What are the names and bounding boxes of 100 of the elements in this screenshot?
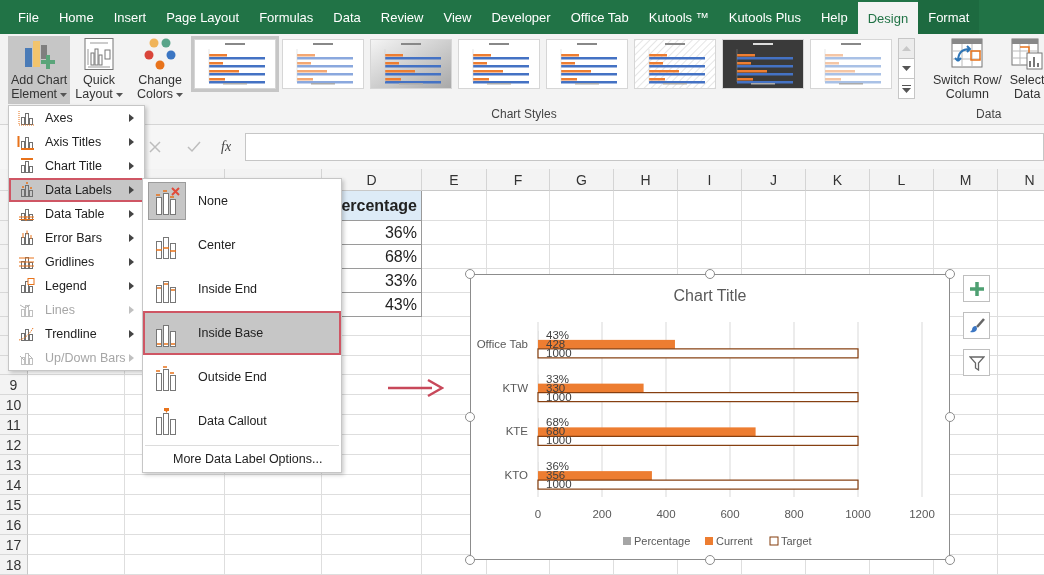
menu-item[interactable]: Legend	[9, 274, 144, 298]
column-header[interactable]: N	[998, 169, 1044, 191]
chart-style-thumbnail[interactable]	[282, 39, 365, 89]
chart-styles-button[interactable]	[963, 312, 990, 339]
submenu-arrow-icon	[129, 282, 134, 290]
column-header[interactable]: G	[550, 169, 614, 191]
resize-handle[interactable]	[945, 269, 955, 279]
column-header[interactable]: E	[422, 169, 487, 191]
resize-handle[interactable]	[465, 412, 475, 422]
menu-item[interactable]: Data Callout	[143, 399, 341, 443]
row-header[interactable]: 18	[0, 555, 28, 575]
ribbon-tab[interactable]: Design	[857, 2, 919, 34]
row-header[interactable]: 12	[0, 435, 28, 455]
row-header[interactable]: 16	[0, 515, 28, 535]
row-header[interactable]: 17	[0, 535, 28, 555]
axis-tick-label: 600	[720, 508, 740, 520]
chart-element-icon	[17, 134, 35, 150]
ribbon-button[interactable]: Change Colors	[134, 36, 187, 104]
ribbon-tab[interactable]: Format	[918, 0, 980, 34]
table-cell	[487, 191, 550, 221]
ribbon-button[interactable]: Switch Row/ Column	[930, 36, 1005, 104]
ribbon-tab[interactable]: Home	[48, 0, 104, 34]
submenu-arrow-icon	[129, 234, 134, 242]
chart-style-thumbnail[interactable]	[194, 39, 277, 89]
chart-style-thumbnail[interactable]	[634, 39, 717, 89]
resize-handle[interactable]	[945, 555, 955, 565]
ribbon-tab[interactable]: Formulas	[249, 0, 324, 34]
resize-handle[interactable]	[705, 555, 715, 565]
chart-style-thumbnail[interactable]	[722, 39, 805, 89]
table-cell	[742, 191, 806, 221]
chart-style-thumbnail[interactable]	[370, 39, 453, 89]
group-label: Chart Styles	[490, 106, 558, 123]
menu-item[interactable]: Trendline	[9, 322, 144, 346]
table-cell	[678, 221, 742, 245]
table-cell	[870, 221, 934, 245]
ribbon-tab[interactable]: Office Tab	[560, 0, 639, 34]
insert-function-button[interactable]: fx	[221, 139, 232, 155]
chart-element-icon	[17, 254, 35, 270]
resize-handle[interactable]	[465, 555, 475, 565]
category-label: KTE	[505, 425, 528, 438]
menu-item[interactable]: Axes	[9, 106, 144, 130]
row-header[interactable]: 11	[0, 415, 28, 435]
table-cell	[742, 221, 806, 245]
ribbon-tab[interactable]: Data	[323, 0, 371, 34]
ribbon-tab[interactable]: Developer	[481, 0, 561, 34]
enter-icon[interactable]	[187, 141, 201, 153]
column-header[interactable]: M	[934, 169, 998, 191]
ribbon-tab[interactable]: Kutools Plus	[718, 0, 811, 34]
row-header[interactable]: 13	[0, 455, 28, 475]
resize-handle[interactable]	[705, 269, 715, 279]
chart-style-thumbnail[interactable]	[546, 39, 629, 89]
menu-item[interactable]: Chart Title	[9, 154, 144, 178]
menu-item[interactable]: Data Labels	[9, 178, 144, 202]
menu-item[interactable]: Gridlines	[9, 250, 144, 274]
resize-handle[interactable]	[465, 269, 475, 279]
ribbon-tab[interactable]: Review	[370, 0, 434, 34]
table-cell	[487, 221, 550, 245]
menu-item[interactable]: Error Bars	[9, 226, 144, 250]
row-header[interactable]: 15	[0, 495, 28, 515]
ribbon-tab[interactable]: Page Layout	[156, 0, 250, 34]
ribbon-tab[interactable]: File	[8, 0, 49, 34]
resize-handle[interactable]	[945, 412, 955, 422]
row-header[interactable]: 9	[0, 375, 28, 395]
menu-item[interactable]: Axis Titles	[9, 130, 144, 154]
ribbon-tab[interactable]: View	[433, 0, 482, 34]
ribbon-tab[interactable]: Insert	[103, 0, 157, 34]
menu-item[interactable]: Inside Base	[143, 311, 341, 355]
chart-elements-button[interactable]	[963, 275, 990, 302]
menu-item[interactable]: More Data Label Options...	[145, 445, 339, 472]
ribbon-button[interactable]: Select Data	[1006, 36, 1044, 104]
column-header[interactable]: J	[742, 169, 806, 191]
table-cell	[934, 221, 998, 245]
table-cell	[422, 221, 487, 245]
menu-item[interactable]: Data Table	[9, 202, 144, 226]
more-styles-button[interactable]	[898, 78, 916, 99]
row-header[interactable]: 10	[0, 395, 28, 415]
submenu-arrow-icon	[129, 258, 134, 266]
ribbon-tab[interactable]: Help	[811, 0, 858, 34]
table-cell	[678, 191, 742, 221]
scroll-down-button[interactable]	[898, 58, 916, 79]
row-header[interactable]: 14	[0, 475, 28, 495]
chart-area[interactable]: Chart Title 0 200 400 600 800 1000 1200 Office Tab KTW KTE KTO 43% 33% 68% 36% 428 330 680 356 1000 1000 1000 1000 Percentage Current Target	[470, 274, 950, 560]
ribbon-button[interactable]: Add Chart Element	[8, 36, 71, 104]
up-arrow-icon	[902, 46, 912, 51]
formula-input[interactable]	[245, 133, 1044, 161]
cancel-icon[interactable]	[149, 141, 161, 153]
table-cell	[934, 245, 998, 269]
submenu-arrow-icon	[129, 330, 134, 338]
chart-style-thumbnail[interactable]	[458, 39, 541, 89]
column-header[interactable]: K	[806, 169, 870, 191]
column-header[interactable]: H	[614, 169, 678, 191]
ribbon-tab[interactable]: Kutools ™	[638, 0, 719, 34]
column-header[interactable]: I	[678, 169, 742, 191]
chart-style-thumbnail[interactable]	[810, 39, 893, 89]
chart-filters-button[interactable]	[963, 349, 990, 376]
ribbon-button[interactable]: Quick Layout	[72, 36, 126, 104]
menu-item[interactable]: Outside End	[143, 355, 341, 399]
column-header[interactable]: F	[487, 169, 550, 191]
column-header[interactable]: L	[870, 169, 934, 191]
legend-label: Percentage	[634, 535, 691, 547]
